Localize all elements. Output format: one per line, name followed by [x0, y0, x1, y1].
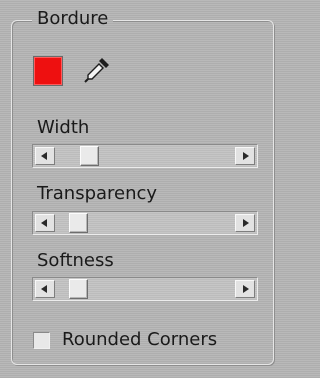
rounded-corners-label: Rounded Corners [62, 329, 218, 350]
arrow-right-icon[interactable] [235, 280, 255, 298]
arrow-right-icon[interactable] [235, 214, 255, 232]
border-color-swatch[interactable] [33, 56, 63, 86]
softness-slider[interactable] [32, 277, 258, 301]
rounded-corners-checkbox[interactable] [33, 331, 50, 349]
arrow-right-icon[interactable] [235, 147, 255, 165]
width-slider[interactable] [32, 144, 258, 168]
arrow-left-icon[interactable] [35, 280, 55, 298]
group-title: Bordure [32, 8, 114, 30]
transparency-slider[interactable] [32, 211, 258, 235]
arrow-left-icon[interactable] [35, 147, 55, 165]
softness-label: Softness [37, 250, 114, 271]
rounded-corners-option[interactable]: Rounded Corners [33, 329, 217, 351]
arrow-left-icon[interactable] [35, 214, 55, 232]
width-slider-thumb[interactable] [79, 146, 99, 166]
eyedropper-icon[interactable] [82, 55, 112, 85]
softness-slider-thumb[interactable] [68, 279, 88, 299]
transparency-slider-thumb[interactable] [68, 213, 88, 233]
transparency-label: Transparency [37, 183, 158, 204]
width-label: Width [37, 117, 90, 138]
